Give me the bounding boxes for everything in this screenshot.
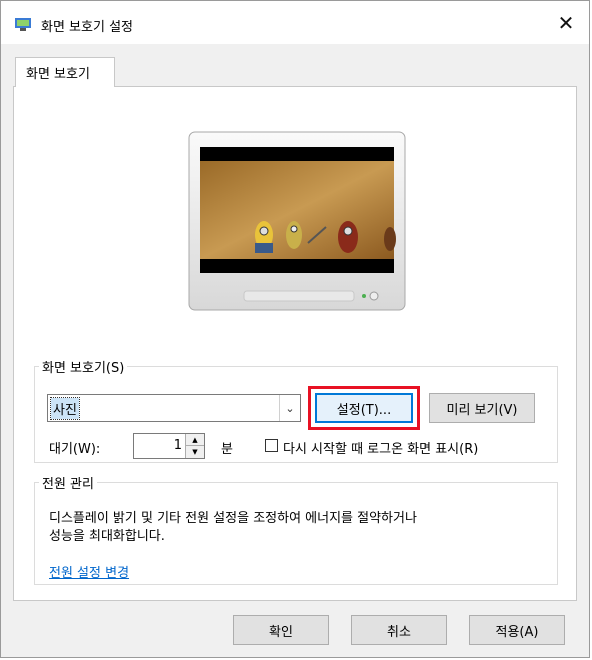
screensaver-select-value: 사진	[50, 397, 80, 420]
screensaver-settings-dialog: 화면 보호기 설정 ✕ 화면 보호기 화면 보호기(S) 사진 ⌄ 설정(T).…	[0, 0, 590, 658]
wait-label: 대기(W):	[49, 442, 101, 457]
screensaver-select[interactable]: 사진 ⌄	[47, 394, 301, 422]
tab-label: 화면 보호기	[26, 67, 90, 82]
close-button[interactable]: ✕	[543, 1, 589, 44]
power-description: 디스플레이 밝기 및 기타 전원 설정을 조정하여 에너지를 절약하거나 성능을…	[49, 511, 417, 544]
title-bar: 화면 보호기 설정 ✕	[1, 1, 589, 44]
resume-logon-label[interactable]: 다시 시작할 때 로그온 화면 표시(R)	[283, 438, 478, 457]
stepper-down-icon[interactable]: ▼	[186, 446, 204, 458]
wait-unit-label: 분	[221, 442, 233, 457]
screensaver-group: 화면 보호기(S) 사진 ⌄ 설정(T)... 미리 보기(V) 대기(W): …	[34, 357, 558, 463]
tab-screensaver[interactable]: 화면 보호기	[15, 57, 115, 87]
apply-button[interactable]: 적용(A)	[469, 615, 565, 645]
wait-minutes-value: 1	[173, 438, 182, 453]
display-settings-icon	[15, 18, 31, 31]
stepper-arrows[interactable]: ▲ ▼	[185, 434, 204, 458]
resume-logon-checkbox[interactable]	[265, 439, 278, 452]
change-power-settings-link[interactable]: 전원 설정 변경	[49, 562, 129, 581]
screensaver-group-legend: 화면 보호기(S)	[42, 361, 125, 376]
chevron-down-icon[interactable]: ⌄	[279, 395, 300, 421]
preview-button[interactable]: 미리 보기(V)	[429, 393, 535, 423]
stepper-up-icon[interactable]: ▲	[186, 434, 204, 446]
close-icon: ✕	[557, 10, 575, 35]
cancel-button[interactable]: 취소	[351, 615, 447, 645]
power-group-legend: 전원 관리	[42, 477, 94, 492]
power-management-group: 전원 관리 디스플레이 밝기 및 기타 전원 설정을 조정하여 에너지를 절약하…	[34, 473, 558, 585]
tab-panel: 화면 보호기(S) 사진 ⌄ 설정(T)... 미리 보기(V) 대기(W): …	[13, 86, 577, 601]
wait-minutes-stepper[interactable]: 1 ▲ ▼	[133, 433, 205, 459]
monitor-preview	[188, 131, 406, 311]
window-title: 화면 보호기 설정	[41, 20, 133, 35]
settings-button[interactable]: 설정(T)...	[315, 393, 413, 423]
ok-button[interactable]: 확인	[233, 615, 329, 645]
